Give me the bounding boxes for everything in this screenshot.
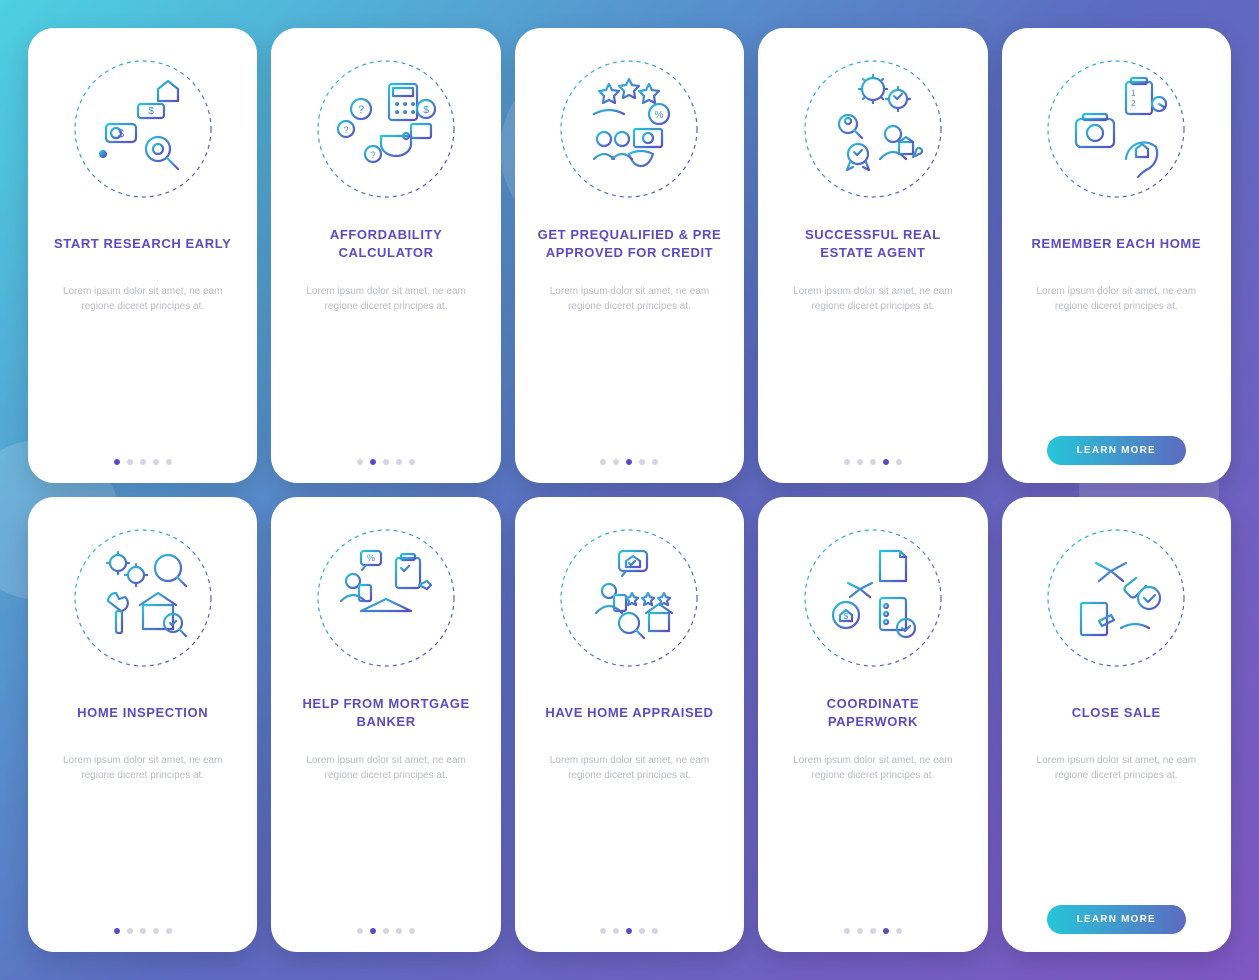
- onboarding-card: SUCCESSFUL REAL ESTATE AGENT Lorem ipsum…: [758, 28, 987, 483]
- dot[interactable]: [409, 928, 415, 934]
- card-title: SUCCESSFUL REAL ESTATE AGENT: [774, 218, 971, 270]
- card-title: HAVE HOME APPRAISED: [539, 687, 719, 739]
- remember-home-icon: 1 2: [1041, 54, 1191, 204]
- onboarding-card: HOME INSPECTION Lorem ipsum dolor sit am…: [28, 497, 257, 952]
- pagination-dots: [600, 912, 658, 934]
- dot[interactable]: [857, 928, 863, 934]
- inspection-icon: [68, 523, 218, 673]
- dot[interactable]: [613, 459, 619, 465]
- dot[interactable]: [652, 459, 658, 465]
- dot[interactable]: [357, 928, 363, 934]
- card-description: Lorem ipsum dolor sit amet, ne eam regio…: [1018, 284, 1215, 314]
- dot[interactable]: [883, 459, 889, 465]
- svg-text:$: $: [423, 105, 429, 116]
- onboarding-card: $ COORDINATE PAPERWORK Lorem ipsum dolor…: [758, 497, 987, 952]
- svg-text:$: $: [844, 612, 849, 621]
- card-description: Lorem ipsum dolor sit amet, ne eam regio…: [531, 284, 728, 314]
- dot[interactable]: [600, 459, 606, 465]
- card-title: CLOSE SALE: [1066, 687, 1167, 739]
- svg-text:%: %: [367, 553, 375, 563]
- dot[interactable]: [370, 459, 376, 465]
- close-sale-icon: [1041, 523, 1191, 673]
- card-title: COORDINATE PAPERWORK: [774, 687, 971, 739]
- onboarding-card: 1 2 REMEMBER EACH HOME Lorem ipsum dolor…: [1002, 28, 1231, 483]
- pagination-dots: [600, 443, 658, 465]
- dot[interactable]: [153, 928, 159, 934]
- card-title: REMEMBER EACH HOME: [1025, 218, 1207, 270]
- dot[interactable]: [896, 928, 902, 934]
- dot[interactable]: [357, 459, 363, 465]
- onboarding-card: % GET PREQUALIFIED & PRE APPROVED FOR CR…: [515, 28, 744, 483]
- dot[interactable]: [639, 928, 645, 934]
- dot[interactable]: [600, 928, 606, 934]
- appraised-icon: [554, 523, 704, 673]
- dot[interactable]: [626, 459, 632, 465]
- onboarding-card: $ ? ? ? AFFORDABILITY CALCULATOR Lorem i…: [271, 28, 500, 483]
- svg-text:$: $: [148, 106, 154, 117]
- dot[interactable]: [127, 459, 133, 465]
- pagination-dots: [844, 443, 902, 465]
- dot[interactable]: [870, 459, 876, 465]
- card-description: Lorem ipsum dolor sit amet, ne eam regio…: [44, 284, 241, 314]
- dot[interactable]: [844, 459, 850, 465]
- card-description: Lorem ipsum dolor sit amet, ne eam regio…: [531, 753, 728, 783]
- dot[interactable]: [639, 459, 645, 465]
- dot[interactable]: [870, 928, 876, 934]
- agent-icon: [798, 54, 948, 204]
- dot[interactable]: [140, 459, 146, 465]
- dot[interactable]: [127, 928, 133, 934]
- card-title: GET PREQUALIFIED & PRE APPROVED FOR CRED…: [531, 218, 728, 270]
- onboarding-card: $ $ START RESEARCH EARLY Lorem ipsum dol…: [28, 28, 257, 483]
- dot[interactable]: [396, 459, 402, 465]
- pagination-dots: [114, 443, 172, 465]
- dot[interactable]: [140, 928, 146, 934]
- onboarding-card: HAVE HOME APPRAISED Lorem ipsum dolor si…: [515, 497, 744, 952]
- pagination-dots: [357, 443, 415, 465]
- dot[interactable]: [613, 928, 619, 934]
- calculator-icon: $ ? ? ?: [311, 54, 461, 204]
- paperwork-icon: $: [798, 523, 948, 673]
- learn-more-button[interactable]: LEARN MORE: [1047, 905, 1186, 934]
- dot[interactable]: [166, 459, 172, 465]
- prequalified-icon: %: [554, 54, 704, 204]
- dot[interactable]: [383, 928, 389, 934]
- svg-text:?: ?: [371, 150, 376, 160]
- pagination-dots: [844, 912, 902, 934]
- research-icon: $ $: [68, 54, 218, 204]
- card-description: Lorem ipsum dolor sit amet, ne eam regio…: [287, 753, 484, 783]
- dot[interactable]: [883, 928, 889, 934]
- dot[interactable]: [626, 928, 632, 934]
- learn-more-button[interactable]: LEARN MORE: [1047, 436, 1186, 465]
- dot[interactable]: [166, 928, 172, 934]
- dot[interactable]: [383, 459, 389, 465]
- card-description: Lorem ipsum dolor sit amet, ne eam regio…: [44, 753, 241, 783]
- dot[interactable]: [857, 459, 863, 465]
- pagination-dots: [114, 912, 172, 934]
- svg-text:%: %: [655, 110, 664, 121]
- svg-text:?: ?: [358, 104, 364, 116]
- card-description: Lorem ipsum dolor sit amet, ne eam regio…: [287, 284, 484, 314]
- card-description: Lorem ipsum dolor sit amet, ne eam regio…: [1018, 753, 1215, 783]
- dot[interactable]: [370, 928, 376, 934]
- card-title: HELP FROM MORTGAGE BANKER: [287, 687, 484, 739]
- dot[interactable]: [396, 928, 402, 934]
- dot[interactable]: [153, 459, 159, 465]
- onboarding-card: CLOSE SALE Lorem ipsum dolor sit amet, n…: [1002, 497, 1231, 952]
- card-description: Lorem ipsum dolor sit amet, ne eam regio…: [774, 284, 971, 314]
- svg-text:?: ?: [344, 125, 349, 135]
- pagination-dots: [357, 912, 415, 934]
- card-description: Lorem ipsum dolor sit amet, ne eam regio…: [774, 753, 971, 783]
- onboarding-card: % HELP FROM MORTGAGE BANKER Lorem ipsum …: [271, 497, 500, 952]
- dot[interactable]: [896, 459, 902, 465]
- onboarding-grid: $ $ START RESEARCH EARLY Lorem ipsum dol…: [0, 0, 1259, 980]
- dot[interactable]: [844, 928, 850, 934]
- dot[interactable]: [114, 928, 120, 934]
- dot[interactable]: [409, 459, 415, 465]
- mortgage-banker-icon: %: [311, 523, 461, 673]
- dot[interactable]: [652, 928, 658, 934]
- card-title: HOME INSPECTION: [71, 687, 214, 739]
- card-title: START RESEARCH EARLY: [48, 218, 237, 270]
- dot[interactable]: [114, 459, 120, 465]
- card-title: AFFORDABILITY CALCULATOR: [287, 218, 484, 270]
